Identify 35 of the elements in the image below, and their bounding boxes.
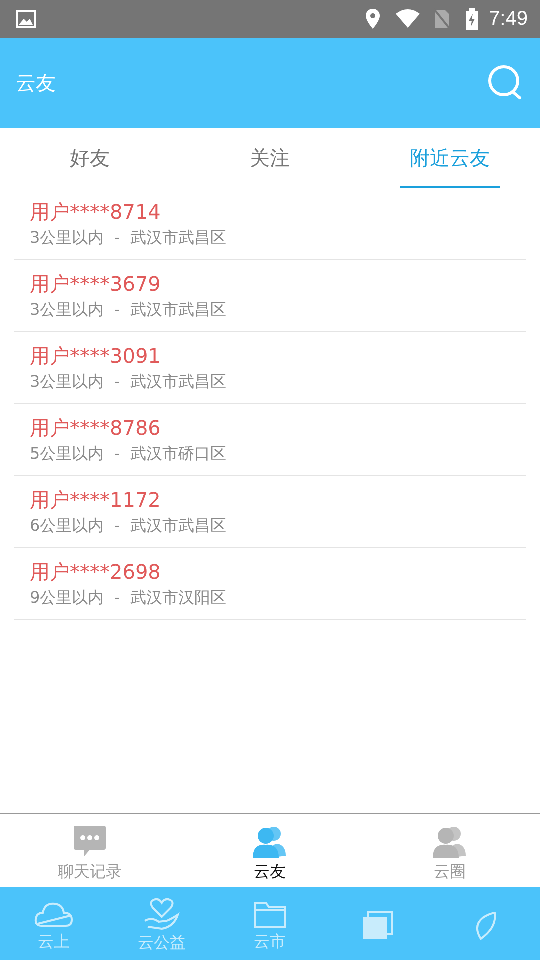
user-name: 用户****3091: [30, 344, 162, 368]
user-location: 3公里以内 - 武汉市武昌区: [30, 300, 228, 320]
user-name: 用户****8714: [30, 200, 162, 224]
page-title: 云友: [16, 70, 56, 97]
bottom-tab[interactable]: 聊天记录: [0, 814, 180, 887]
status-time: 7:49: [489, 7, 528, 32]
cards-icon: [360, 910, 396, 942]
user-list-item[interactable]: 用户****2698 9公里以内 - 武汉市汉阳区: [14, 548, 526, 620]
user-name: 用户****8786: [30, 416, 162, 440]
tab[interactable]: 好友: [0, 128, 180, 188]
leaf-icon: [475, 912, 497, 940]
chat-bubble-icon: [72, 824, 108, 860]
heart-hand-icon: [142, 896, 182, 930]
user-location: 3公里以内 - 武汉市武昌区: [30, 228, 228, 248]
user-location: 6公里以内 - 武汉市武昌区: [30, 516, 228, 536]
bottom-tab[interactable]: 云圈: [360, 814, 540, 887]
battery-charging-icon: [465, 8, 480, 30]
location-icon: [365, 8, 382, 30]
user-name: 用户****1172: [30, 488, 162, 512]
user-list-item[interactable]: 用户****1172 6公里以内 - 武汉市武昌区: [14, 476, 526, 548]
user-name: 用户****3679: [30, 272, 162, 296]
user-list-item[interactable]: 用户****3091 3公里以内 - 武汉市武昌区: [14, 332, 526, 404]
no-sim-icon: [433, 8, 452, 30]
tab[interactable]: 关注: [180, 128, 360, 188]
user-location: 3公里以内 - 武汉市武昌区: [30, 372, 228, 392]
user-list-item[interactable]: 用户****8786 5公里以内 - 武汉市硚口区: [14, 404, 526, 476]
user-name: 用户****2698: [30, 560, 162, 584]
tab[interactable]: 附近云友: [360, 128, 540, 188]
user-location: 9公里以内 - 武汉市汉阳区: [30, 588, 228, 608]
bottom-tab[interactable]: 云友: [180, 814, 360, 887]
image-icon: [16, 9, 36, 29]
user-list-item[interactable]: 用户****8714 3公里以内 - 武汉市武昌区: [14, 188, 526, 260]
user-location: 5公里以内 - 武汉市硚口区: [30, 444, 228, 464]
user-list-item[interactable]: 用户****3679 3公里以内 - 武汉市武昌区: [14, 260, 526, 332]
wifi-icon: [395, 9, 422, 29]
